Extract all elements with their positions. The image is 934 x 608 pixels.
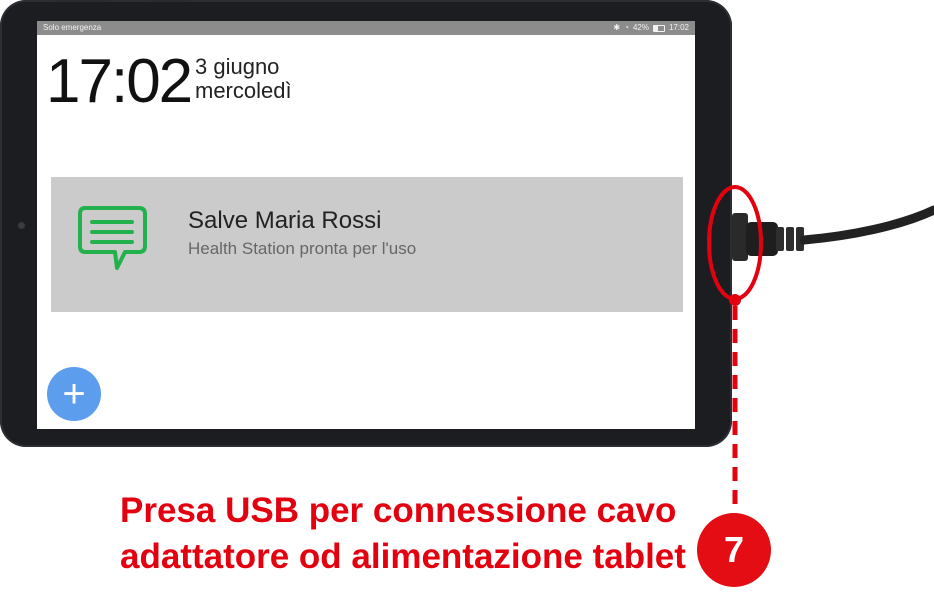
usb-cable (799, 205, 934, 245)
leader-dot (729, 294, 741, 306)
annotation-caption: Presa USB per connessione cavo adattator… (120, 488, 686, 580)
usb-connector (732, 213, 748, 261)
caption-line-2: adattatore od alimentazione tablet (120, 537, 686, 576)
callout-number-badge: 7 (697, 513, 771, 587)
caption-line-1: Presa USB per connessione cavo (120, 491, 677, 530)
